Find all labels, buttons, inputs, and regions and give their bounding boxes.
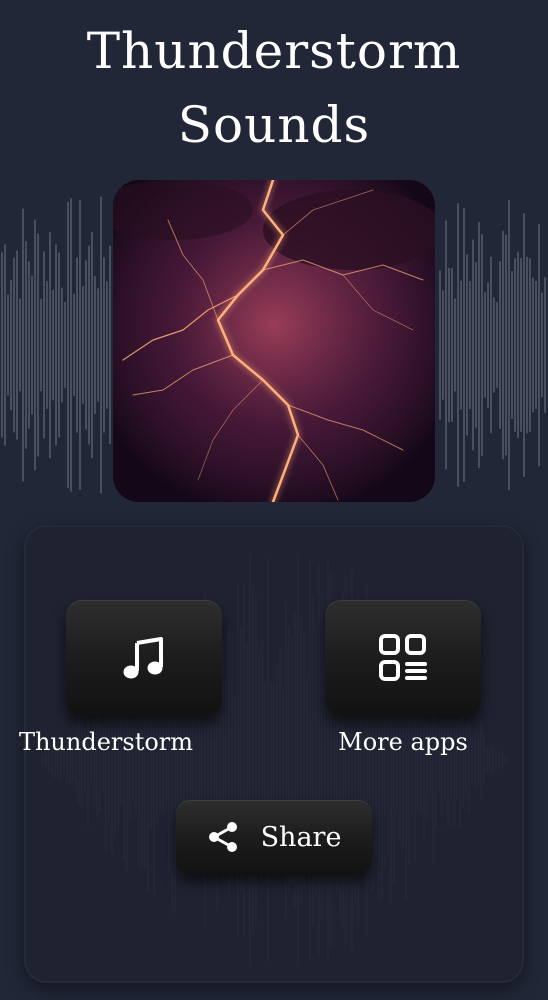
more-apps-button[interactable]	[325, 600, 481, 716]
apps-grid-icon	[379, 634, 427, 681]
more-apps-label[interactable]: More apps	[283, 722, 523, 762]
share-label: Share	[260, 821, 342, 853]
app-title: Thunderstorm Sounds	[86, 22, 462, 154]
share-button[interactable]: Share	[176, 800, 372, 874]
lightning-image	[113, 180, 435, 502]
thunderstorm-button[interactable]	[66, 600, 222, 716]
hero-image	[113, 180, 435, 502]
share-icon	[208, 822, 237, 852]
music-note-icon	[123, 637, 163, 679]
thunderstorm-label[interactable]: Thunderstorm	[0, 722, 226, 762]
